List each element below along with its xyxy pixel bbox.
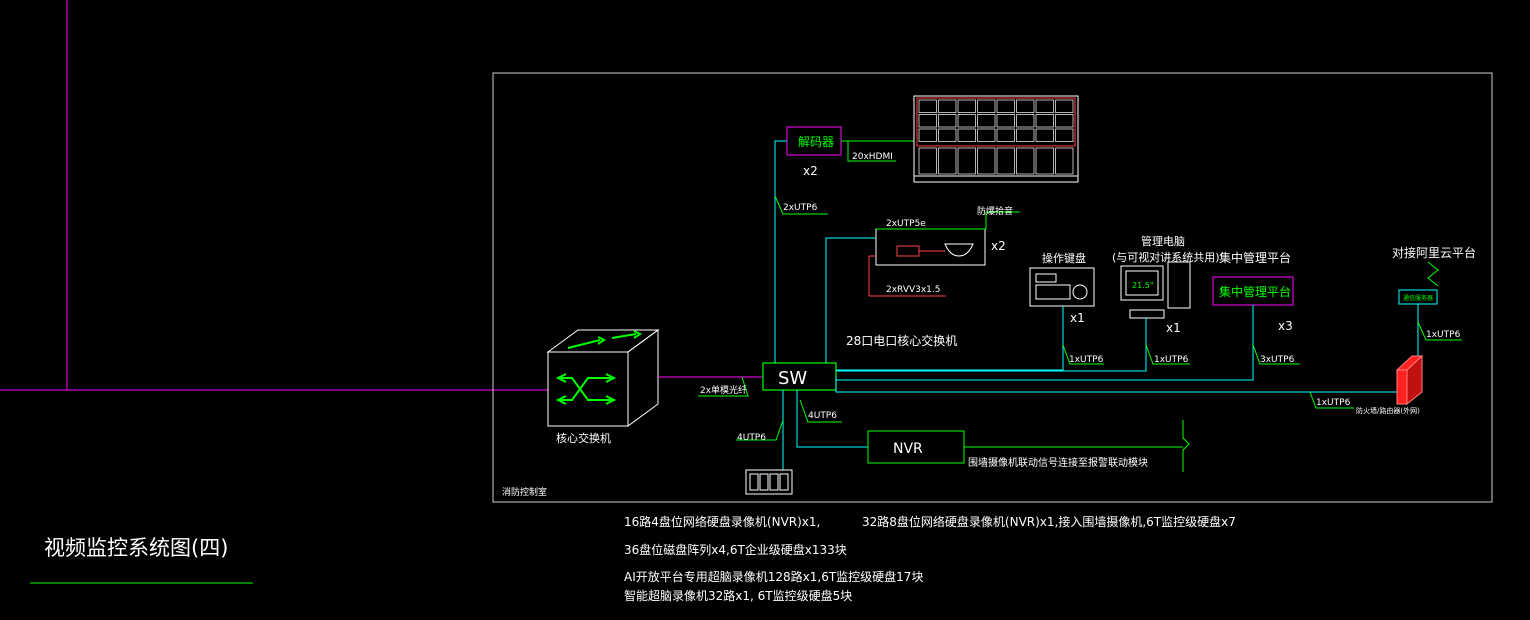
sw-label: SW — [778, 368, 807, 389]
system-diagram: 消防控制室 核心交换机 2x单模光纤 SW 28口电口核心交换机 解码器 x2 … — [0, 0, 1493, 603]
keyboard-icon — [1029, 267, 1095, 307]
video-wall-screen — [977, 128, 996, 142]
video-wall-screen — [1035, 114, 1054, 128]
nvr-note: 围墙摄像机联动信号连接至报警联动模块 — [968, 456, 1148, 469]
video-wall-screen — [1055, 114, 1074, 128]
sw-caption: 28口电口核心交换机 — [846, 333, 957, 348]
video-wall-icon — [913, 95, 1079, 183]
core-switch-label: 核心交换机 — [556, 431, 611, 445]
disk-array-icon — [745, 469, 793, 495]
computer-icon — [1120, 261, 1191, 319]
firewall-icon — [1395, 354, 1424, 406]
note-line-2: 36盘位磁盘阵列x4,6T企业级硬盘x133块 — [624, 542, 847, 557]
video-wall-screen — [1016, 99, 1035, 113]
central-label: 集中管理平台 — [1219, 250, 1291, 265]
power-cable-label: 2xRVV3x1.5 — [886, 285, 941, 295]
audio-top-cable: 2xUTP5e — [886, 219, 926, 229]
video-wall-cabinet — [1016, 147, 1035, 175]
video-wall-screen — [918, 128, 937, 142]
video-wall-screen — [1035, 99, 1054, 113]
pc-sublabel: (与可视对讲系统共用) — [1112, 250, 1220, 264]
core-switch-icon — [546, 329, 660, 427]
firewall-cable-label: 1xUTP6 — [1316, 398, 1351, 408]
video-wall-screen — [918, 114, 937, 128]
video-wall-screen — [918, 99, 937, 113]
video-wall-screen — [977, 114, 996, 128]
nvr-break-mark — [1182, 420, 1190, 472]
video-wall-screen — [938, 114, 957, 128]
firewall-cable-line — [835, 376, 1397, 393]
keyboard-count: x1 — [1070, 311, 1085, 325]
video-wall-screen — [1016, 128, 1035, 142]
central-box-label: 集中管理平台 — [1219, 284, 1291, 299]
note-line-3: AI开放平台专用超脑录像机128路x1,6T监控级硬盘17块 — [624, 569, 923, 584]
nvr-cable-label: 4UTP6 — [808, 411, 837, 421]
disk-cable-label: 4UTP6 — [737, 433, 766, 443]
decoder-label: 解码器 — [798, 135, 834, 149]
video-wall-screen — [938, 99, 957, 113]
cloud-cable-label: 1xUTP6 — [1426, 330, 1461, 340]
video-wall-cabinet — [938, 147, 957, 175]
decoder-count: x2 — [803, 164, 818, 178]
video-wall-screen — [957, 128, 976, 142]
room-label: 消防控制室 — [502, 486, 547, 498]
drawing-title: 视频监控系统图(四) — [44, 536, 228, 560]
firewall-label: 防火墙/路由器(外网) — [1356, 406, 1420, 415]
decoder-uplink-line — [774, 140, 787, 363]
fiber-link-label: 2x单模光纤 — [700, 384, 747, 396]
video-wall-cabinet — [957, 147, 976, 175]
video-wall-screen — [996, 128, 1015, 142]
hdmi-label: 20xHDMI — [852, 152, 893, 162]
decoder-uplink-label: 2xUTP6 — [783, 203, 818, 213]
note-line-1: 16路4盘位网络硬盘录像机(NVR)x1, — [624, 514, 820, 529]
video-wall-screen — [1055, 128, 1074, 142]
central-count: x3 — [1278, 319, 1293, 333]
video-wall-screen — [996, 99, 1015, 113]
video-wall-screen — [957, 114, 976, 128]
video-wall-cabinet — [918, 147, 937, 175]
nvr-label: NVR — [893, 441, 923, 457]
video-wall-cabinet — [977, 147, 996, 175]
pc-count: x1 — [1166, 321, 1181, 335]
control-room-frame — [492, 72, 1493, 503]
pc-cable-label: 1xUTP6 — [1154, 355, 1189, 365]
audio-top-label: 防爆拾音 — [977, 205, 1013, 217]
keyboard-cable-label: 1xUTP6 — [1069, 355, 1104, 365]
video-wall-cabinet — [1035, 147, 1054, 175]
video-wall-cabinet — [1055, 147, 1074, 175]
pc-screen-size: 21.5" — [1132, 281, 1154, 290]
video-wall-screen — [1035, 128, 1054, 142]
video-wall-screen — [1055, 99, 1074, 113]
note-line-4: 智能超脑录像机32路x1, 6T监控级硬盘5块 — [624, 588, 852, 603]
cloud-label: 对接阿里云平台 — [1392, 245, 1476, 260]
video-wall-screen — [938, 128, 957, 142]
note-line-1-right: 32路8盘位网络硬盘录像机(NVR)x1,接入围墙摄像机,6T监控级硬盘x7 — [862, 514, 1236, 529]
pc-label: 管理电脑 — [1141, 234, 1185, 248]
video-wall-screen — [996, 114, 1015, 128]
video-wall-cabinet — [996, 147, 1015, 175]
video-wall-screen — [977, 99, 996, 113]
keyboard-label: 操作键盘 — [1042, 251, 1086, 265]
video-wall-screen — [1016, 114, 1035, 128]
cloud-link-icon — [1427, 261, 1439, 287]
central-cable-label: 3xUTP6 — [1260, 355, 1295, 365]
cloud-router-label: 通信服务器 — [1403, 294, 1433, 302]
video-wall-screen — [957, 99, 976, 113]
audio-unit-count: x2 — [991, 239, 1006, 253]
